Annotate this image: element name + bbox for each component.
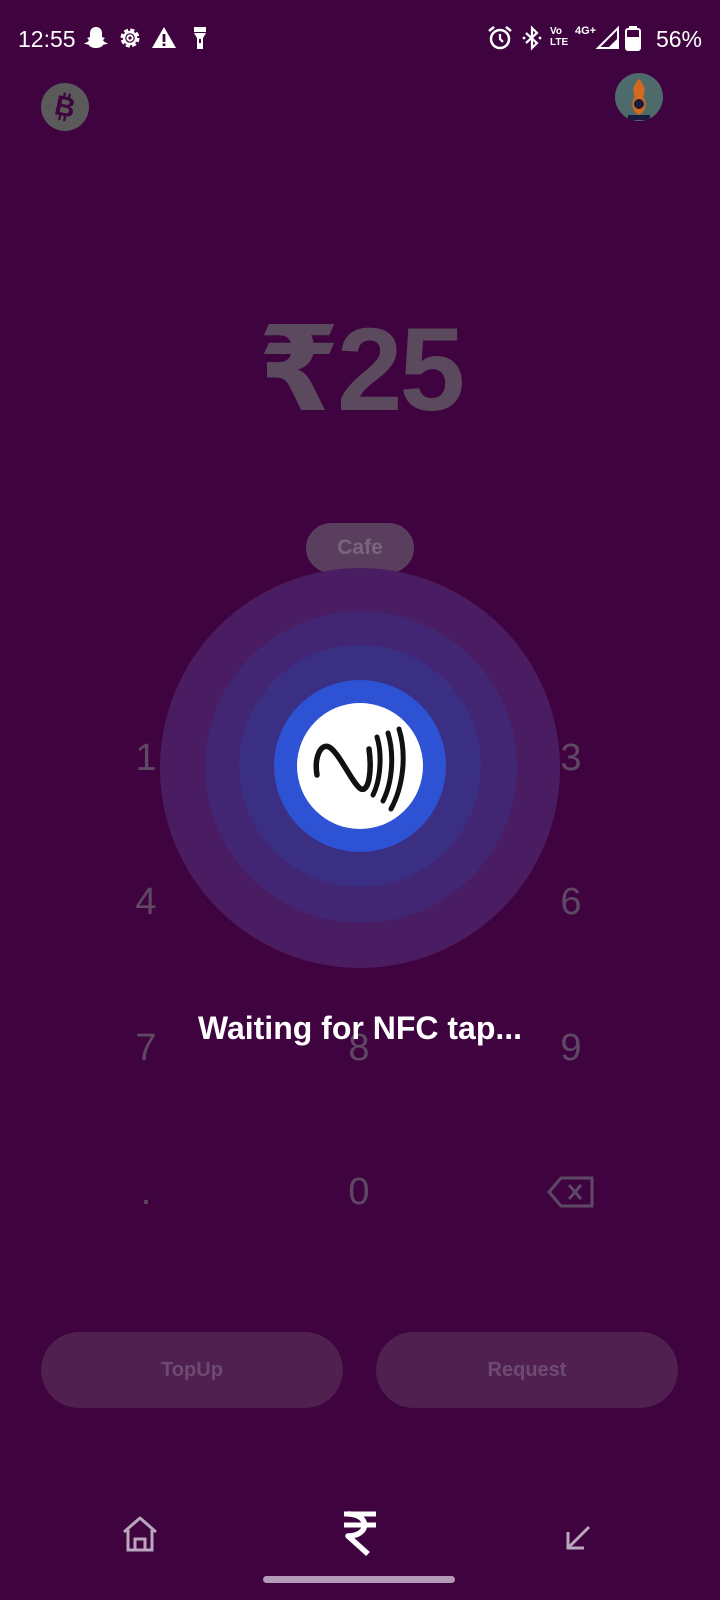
volte-bottom-text: LTE	[550, 37, 569, 48]
bluetooth-icon	[522, 25, 542, 51]
snapchat-icon	[84, 27, 108, 48]
keypad-key-4[interactable]: 4	[106, 872, 186, 932]
signal-strength-icon	[595, 25, 619, 49]
flashlight-icon	[194, 27, 206, 49]
amount-display: ₹25	[257, 304, 465, 436]
keypad-key-0[interactable]: 0	[319, 1162, 399, 1222]
gesture-home-indicator[interactable]	[263, 1576, 455, 1583]
request-button[interactable]: Request	[376, 1332, 678, 1408]
status-time: 12:55	[18, 26, 76, 52]
settings-gear-icon	[120, 28, 140, 48]
profile-avatar-icon	[615, 73, 663, 121]
backspace-icon	[547, 1176, 594, 1208]
alarm-icon	[488, 26, 512, 50]
keypad-key-decimal[interactable]: .	[106, 1162, 186, 1222]
status-bar: 12:55 Vo LTE 4G+ 56%	[0, 0, 720, 80]
nfc-badge	[297, 703, 423, 829]
bitcoin-button[interactable]: B	[41, 83, 89, 131]
backspace-button[interactable]	[531, 1162, 611, 1222]
network-type-label: 4G+	[575, 25, 597, 37]
nfc-icon	[313, 726, 406, 812]
battery-icon	[625, 26, 641, 51]
rupee-icon[interactable]	[340, 1508, 380, 1558]
volte-icon: Vo LTE	[550, 26, 572, 48]
profile-avatar[interactable]	[615, 73, 663, 121]
category-chip-cafe[interactable]: Cafe	[306, 523, 414, 573]
volte-top-text: Vo	[550, 26, 563, 37]
bitcoin-icon: B	[52, 89, 78, 124]
topup-button[interactable]: TopUp	[41, 1332, 343, 1408]
arrow-down-left-icon[interactable]	[562, 1522, 594, 1554]
home-icon[interactable]	[120, 1512, 160, 1556]
battery-percent: 56%	[655, 26, 702, 52]
nfc-status-text: Waiting for NFC tap...	[197, 1010, 523, 1046]
keypad-key-6[interactable]: 6	[531, 872, 611, 932]
warning-icon	[152, 27, 176, 48]
